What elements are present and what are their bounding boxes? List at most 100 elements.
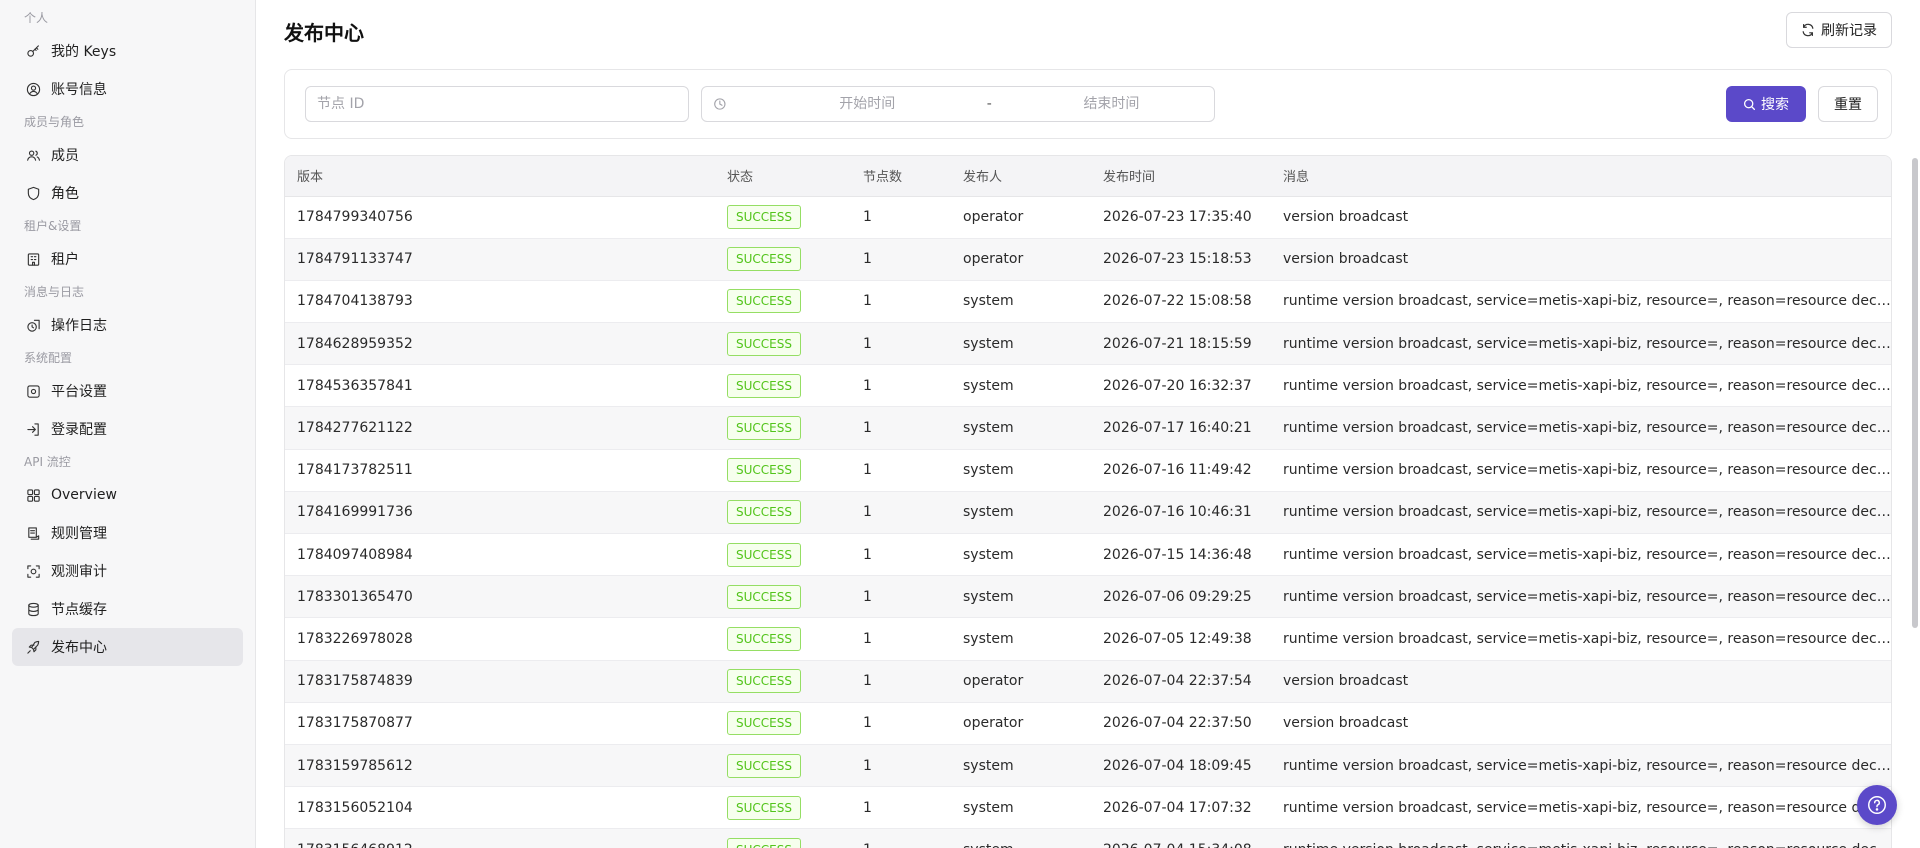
cell-status: SUCCESS xyxy=(715,364,851,408)
cell-status: SUCCESS xyxy=(715,196,851,239)
column-header-status: 状态 xyxy=(715,156,851,197)
cell-publisher: system xyxy=(951,533,1091,577)
cell-version: 1783226978028 xyxy=(285,617,715,661)
sidebar-item[interactable]: 规则管理 xyxy=(12,514,243,552)
table-row[interactable]: 1783156052104 SUCCESS 1 system 2026-07-04 17… xyxy=(285,786,1891,830)
cell-publisher: system xyxy=(951,449,1091,492)
table-row[interactable]: 1784097408984 SUCCESS 1 system 2026-07-15 14… xyxy=(285,533,1891,577)
sidebar-item[interactable]: 发布中心 xyxy=(12,628,243,666)
table-row[interactable]: 1784536357841 SUCCESS 1 system 2026-07-20 16… xyxy=(285,364,1891,408)
cell-status: SUCCESS xyxy=(715,449,851,492)
cell-version: 1784628959352 xyxy=(285,322,715,366)
cell-message: version broadcast xyxy=(1271,660,1891,703)
cell-status: SUCCESS xyxy=(715,406,851,450)
sidebar-group-label: 系统配置 xyxy=(24,351,73,365)
node-id-input[interactable] xyxy=(305,86,689,122)
sidebar-item[interactable]: Overview xyxy=(12,476,243,514)
question-icon xyxy=(1868,796,1886,814)
sidebar-group-label: 租户&设置 xyxy=(24,219,82,233)
cell-status: SUCCESS xyxy=(715,280,851,324)
cell-version: 1784097408984 xyxy=(285,533,715,577)
sidebar-item[interactable]: 角色 xyxy=(12,174,243,212)
sidebar-item[interactable]: 平台设置 xyxy=(12,372,243,410)
sidebar-item[interactable]: 操作日志 xyxy=(12,306,243,344)
cell-publisher: system xyxy=(951,617,1091,661)
sidebar-item-label: 我的 Keys xyxy=(51,44,117,60)
cell-version: 1784169991736 xyxy=(285,491,715,535)
sidebar-item[interactable]: 成员 xyxy=(12,136,243,174)
table-row[interactable]: 1783226978028 SUCCESS 1 system 2026-07-05 12… xyxy=(285,617,1891,661)
help-button[interactable] xyxy=(1857,785,1897,825)
cell-publisher: system xyxy=(951,280,1091,324)
table-row[interactable]: 1783175874839 SUCCESS 1 operator 2026-07-04 … xyxy=(285,660,1891,703)
search-button[interactable]: 搜索 xyxy=(1726,86,1806,122)
cell-version: 1783156052104 xyxy=(285,786,715,830)
cell-time: 2026-07-21 18:15:59 xyxy=(1091,322,1271,366)
sidebar-item[interactable]: 账号信息 xyxy=(12,70,243,108)
cell-message: version broadcast xyxy=(1271,238,1891,281)
cell-version: 1784799340756 xyxy=(285,196,715,239)
reset-button[interactable]: 重置 xyxy=(1818,86,1878,122)
table-row[interactable]: 1783159785612 SUCCESS 1 system 2026-07-04 18… xyxy=(285,744,1891,788)
table-row[interactable]: 1784173782511 SUCCESS 1 system 2026-07-16 11… xyxy=(285,449,1891,492)
cell-nodes: 1 xyxy=(851,702,951,745)
sidebar-item[interactable]: 我的 Keys xyxy=(12,32,243,70)
table-row[interactable]: 1784277621122 SUCCESS 1 system 2026-07-17 16… xyxy=(285,406,1891,450)
refresh-records-button[interactable]: 刷新记录 xyxy=(1786,12,1892,48)
table-row[interactable]: 1784628959352 SUCCESS 1 system 2026-07-21 18… xyxy=(285,322,1891,366)
status-badge: SUCCESS xyxy=(727,331,801,356)
sidebar-item[interactable]: 观测审计 xyxy=(12,552,243,590)
sidebar-item-label: 角色 xyxy=(51,186,79,202)
cell-message: version broadcast xyxy=(1271,702,1891,745)
table-row[interactable]: 1783156468912 SUCCESS 1system2026-07-04 15… xyxy=(285,828,1891,848)
end-time-input[interactable] xyxy=(1008,96,1214,112)
main-content: 发布中心 刷新记录 - 搜索 重置 版本 状态 xyxy=(257,0,1920,848)
cell-status: SUCCESS xyxy=(715,786,851,830)
status-badge: SUCCESS xyxy=(727,500,801,525)
sidebar-item[interactable]: 节点缓存 xyxy=(12,590,243,628)
cell-status: SUCCESS xyxy=(715,617,851,661)
users-icon xyxy=(27,149,40,161)
sidebar-item-label: 账号信息 xyxy=(51,82,107,98)
scrollbar-thumb[interactable] xyxy=(1912,158,1918,628)
cell-nodes: 1 xyxy=(851,406,951,450)
cell-version: 1784791133747 xyxy=(285,238,715,281)
table-row[interactable]: 1784704138793 SUCCESS 1 system 2026-07-22 15… xyxy=(285,280,1891,324)
status-badge: SUCCESS xyxy=(727,458,801,483)
cell-time: 2026-07-06 09:29:25 xyxy=(1091,575,1271,619)
cell-publisher: operator xyxy=(951,702,1091,745)
cell-status: SUCCESS xyxy=(715,322,851,366)
building-icon xyxy=(27,252,40,266)
time-range-picker[interactable]: - xyxy=(701,86,1215,122)
cell-version: 1784173782511 xyxy=(285,449,715,492)
cell-version: 1783301365470 xyxy=(285,575,715,619)
cell-status: SUCCESS xyxy=(715,238,851,281)
cell-version: 1784704138793 xyxy=(285,280,715,324)
table-row[interactable]: 1784791133747 SUCCESS 1 operator 2026-07-23 … xyxy=(285,238,1891,281)
table-row[interactable]: 1784799340756 SUCCESS 1 operator 2026-07-23 … xyxy=(285,196,1891,239)
cell-publisher: system xyxy=(951,786,1091,830)
sidebar-item[interactable]: 租户 xyxy=(12,240,243,278)
cell-publisher: system xyxy=(951,322,1091,366)
cell-message: version broadcast xyxy=(1271,196,1891,239)
log-icon xyxy=(27,319,40,332)
shield-icon xyxy=(27,186,40,200)
cell-message: runtime version broadcast, service=metis… xyxy=(1271,744,1891,788)
table-row[interactable]: 1783175870877 SUCCESS 1 operator 2026-07-04 … xyxy=(285,702,1891,745)
table-row[interactable]: 1783301365470 SUCCESS 1 system 2026-07-06 09… xyxy=(285,575,1891,619)
cell-time: 2026-07-05 12:49:38 xyxy=(1091,617,1271,661)
start-time-input[interactable] xyxy=(764,96,970,112)
cell-nodes: 1 xyxy=(851,449,951,492)
table-row[interactable]: 1784169991736 SUCCESS 1 system 2026-07-16 10… xyxy=(285,491,1891,535)
cell-publisher: system xyxy=(951,406,1091,450)
cell-publisher: system xyxy=(951,575,1091,619)
cell-publisher: operator xyxy=(951,660,1091,703)
status-badge: SUCCESS xyxy=(727,205,801,230)
sidebar-item[interactable]: 登录配置 xyxy=(12,410,243,448)
cell-message: runtime version broadcast, service=metis… xyxy=(1271,280,1891,324)
cell-version: 1784536357841 xyxy=(285,364,715,408)
refresh-records-label: 刷新记录 xyxy=(1821,23,1877,39)
cell-status: SUCCESS xyxy=(715,702,851,745)
cell-status: SUCCESS xyxy=(715,533,851,577)
sidebar-group-label: 成员与角色 xyxy=(24,115,85,129)
